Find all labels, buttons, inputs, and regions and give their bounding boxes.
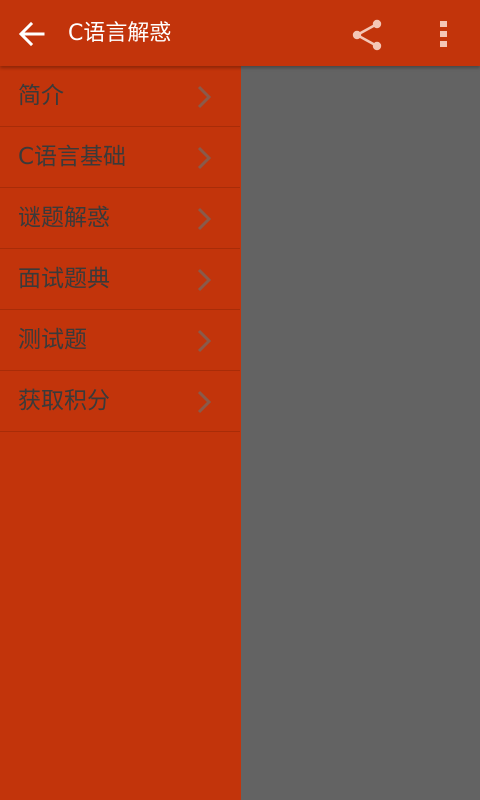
chevron-right-icon <box>197 146 212 170</box>
drawer-item-puzzles[interactable]: 谜题解惑 <box>0 188 240 249</box>
drawer-scrim[interactable] <box>241 66 480 800</box>
drawer-item-intro[interactable]: 简介 <box>0 66 240 127</box>
chevron-right-icon <box>197 85 212 109</box>
app-bar: C语言解惑 <box>0 0 480 66</box>
drawer-item-tests[interactable]: 测试题 <box>0 310 240 371</box>
arrow-left-icon <box>18 21 45 47</box>
chevron-right-icon <box>197 207 212 231</box>
page-title: C语言解惑 <box>68 21 172 46</box>
share-button[interactable] <box>344 12 388 56</box>
navigation-drawer: 简介 C语言基础 谜题解惑 面试题典 测试题 获取积分 <box>0 66 240 800</box>
chevron-right-icon <box>197 329 212 353</box>
drawer-item-label: 谜题解惑 <box>18 205 110 231</box>
app-screen: C语言解惑 简介 C语言基础 谜题解惑 面试题典 测试题 获取积分 <box>0 0 480 800</box>
chevron-right-icon <box>197 268 212 292</box>
drawer-item-interview[interactable]: 面试题典 <box>0 249 240 310</box>
drawer-item-label: 测试题 <box>18 327 87 353</box>
drawer-item-get-points[interactable]: 获取积分 <box>0 371 240 432</box>
drawer-item-label: 获取积分 <box>18 388 110 414</box>
drawer-item-label: 面试题典 <box>18 266 110 292</box>
drawer-item-label: C语言基础 <box>18 144 127 170</box>
chevron-right-icon <box>197 390 212 414</box>
share-icon <box>352 19 382 51</box>
back-button[interactable] <box>10 12 54 56</box>
more-vertical-icon <box>440 21 447 47</box>
drawer-list: 简介 C语言基础 谜题解惑 面试题典 测试题 获取积分 <box>0 66 240 432</box>
overflow-menu-button[interactable] <box>424 12 464 56</box>
drawer-item-c-basics[interactable]: C语言基础 <box>0 127 240 188</box>
drawer-item-label: 简介 <box>18 83 64 109</box>
